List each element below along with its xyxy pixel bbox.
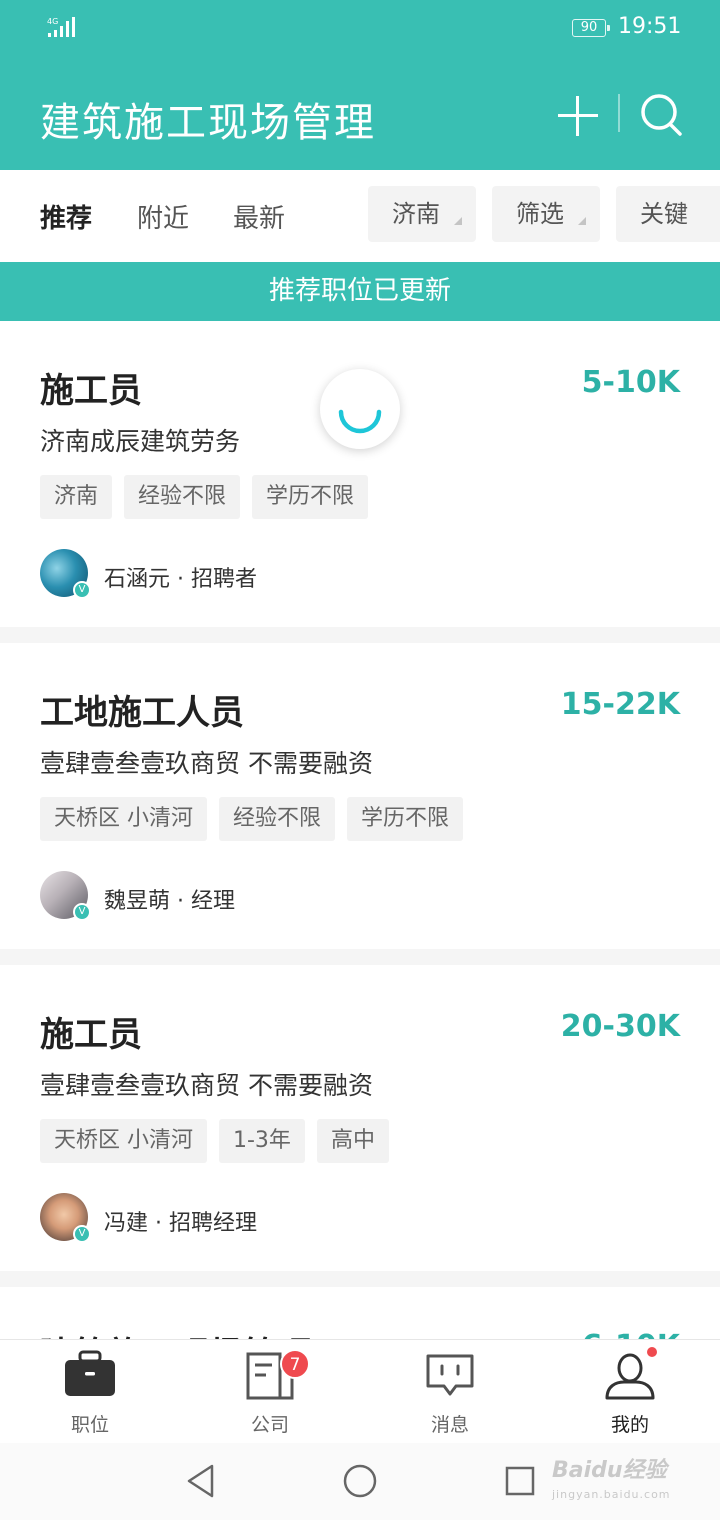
signal-icon: 4G <box>47 17 75 37</box>
keyword-dropdown[interactable]: 关键 <box>616 186 720 242</box>
job-title: 工地施工人员 <box>40 693 244 733</box>
company-name: 壹肆壹叁壹玖商贸 不需要融资 <box>40 1071 373 1100</box>
notification-dot <box>647 1347 657 1357</box>
job-tags: 天桥区 小清河 经验不限 学历不限 <box>40 797 464 841</box>
header-divider <box>618 94 620 132</box>
watermark: Baidu经验 jingyan.baidu.com <box>552 1459 671 1507</box>
search-icon[interactable] <box>638 92 684 138</box>
job-title: 施工员 <box>40 371 142 411</box>
avatar: V <box>40 871 91 921</box>
tag-experience: 经验不限 <box>124 475 241 519</box>
dropdown-triangle-icon <box>454 217 462 225</box>
nav-profile[interactable]: 我的 <box>540 1340 720 1444</box>
nav-label: 我的 <box>610 1414 649 1436</box>
tag-location: 天桥区 小清河 <box>40 1119 207 1163</box>
salary: 20-30K <box>560 1009 680 1044</box>
salary: 5-10K <box>581 365 680 400</box>
tag-experience: 1-3年 <box>219 1119 305 1163</box>
watermark-url: jingyan.baidu.com <box>552 1488 671 1501</box>
nav-messages[interactable]: 消息 <box>360 1340 540 1444</box>
tab-latest[interactable]: 最新 <box>233 198 285 235</box>
job-title: 施工员 <box>40 1015 142 1055</box>
app-bar: 建筑施工现场管理 <box>0 56 720 170</box>
job-tags: 天桥区 小清河 1-3年 高中 <box>40 1119 389 1163</box>
tag-education: 学历不限 <box>252 475 369 519</box>
city-dropdown[interactable]: 济南 <box>368 186 476 242</box>
message-count-badge: 7 <box>280 1349 310 1379</box>
tag-location: 天桥区 小清河 <box>40 797 207 841</box>
recruiter-info: 魏昱萌 · 经理 <box>104 889 235 914</box>
dropdown-triangle-icon <box>578 217 586 225</box>
job-card[interactable]: 施工员 20-30K 壹肆壹叁壹玖商贸 不需要融资 天桥区 小清河 1-3年 高… <box>0 965 720 1271</box>
job-card[interactable]: 建筑施工现场管理 6-10K <box>0 1287 720 1347</box>
tag-education: 高中 <box>316 1119 389 1163</box>
job-tags: 济南 经验不限 学历不限 <box>40 475 369 519</box>
avatar: V <box>40 1193 91 1243</box>
bottom-nav: 职位 公司 消息 7 我的 <box>0 1339 720 1443</box>
avatar: V <box>40 549 91 599</box>
home-icon[interactable] <box>342 1463 378 1499</box>
company-name: 济南成辰建筑劳务 <box>40 427 241 456</box>
filter-dropdown[interactable]: 筛选 <box>492 186 600 242</box>
briefcase-icon <box>65 1350 115 1396</box>
filter-label: 筛选 <box>516 200 564 228</box>
recents-icon[interactable] <box>504 1465 536 1497</box>
recruiter-info: 冯建 · 招聘经理 <box>104 1211 257 1236</box>
page-title: 建筑施工现场管理 <box>40 100 376 146</box>
job-card[interactable]: 施工员 5-10K 济南成辰建筑劳务 济南 经验不限 学历不限 V 石涵元 · … <box>0 321 720 627</box>
back-icon[interactable] <box>184 1463 218 1499</box>
tab-nearby[interactable]: 附近 <box>137 198 189 235</box>
verified-badge: V <box>73 581 91 599</box>
tag-education: 学历不限 <box>347 797 464 841</box>
spinner-icon <box>338 409 382 434</box>
filter-bar: 推荐 附近 最新 济南 筛选 关键 <box>0 170 720 262</box>
system-nav-bar: Baidu经验 jingyan.baidu.com <box>0 1443 720 1520</box>
clock: 19:51 <box>618 14 682 39</box>
verified-badge: V <box>73 1225 91 1243</box>
nav-label: 职位 <box>70 1414 109 1436</box>
nav-label: 公司 <box>250 1414 289 1436</box>
tab-recommended[interactable]: 推荐 <box>40 198 92 235</box>
nav-label: 消息 <box>430 1414 469 1436</box>
watermark-brand: Baidu经验 <box>552 1458 667 1483</box>
tag-experience: 经验不限 <box>219 797 336 841</box>
add-button[interactable] <box>556 94 600 138</box>
status-bar: 4G 90 19:51 <box>0 0 720 56</box>
nav-jobs[interactable]: 职位 <box>0 1340 180 1444</box>
recruiter-info: 石涵元 · 招聘者 <box>104 567 257 592</box>
keyword-label: 关键 <box>640 200 688 228</box>
verified-badge: V <box>73 903 91 921</box>
salary: 15-22K <box>560 687 680 722</box>
city-label: 济南 <box>392 200 440 228</box>
company-name: 壹肆壹叁壹玖商贸 不需要融资 <box>40 749 373 778</box>
job-card[interactable]: 工地施工人员 15-22K 壹肆壹叁壹玖商贸 不需要融资 天桥区 小清河 经验不… <box>0 643 720 949</box>
network-type: 4G <box>47 17 58 26</box>
update-banner: 推荐职位已更新 <box>0 262 720 321</box>
tag-location: 济南 <box>40 475 113 519</box>
battery-indicator: 90 <box>572 19 610 37</box>
loading-spinner <box>320 369 400 449</box>
nav-company[interactable]: 公司 <box>180 1340 360 1444</box>
chat-bubble-icon <box>426 1354 474 1396</box>
